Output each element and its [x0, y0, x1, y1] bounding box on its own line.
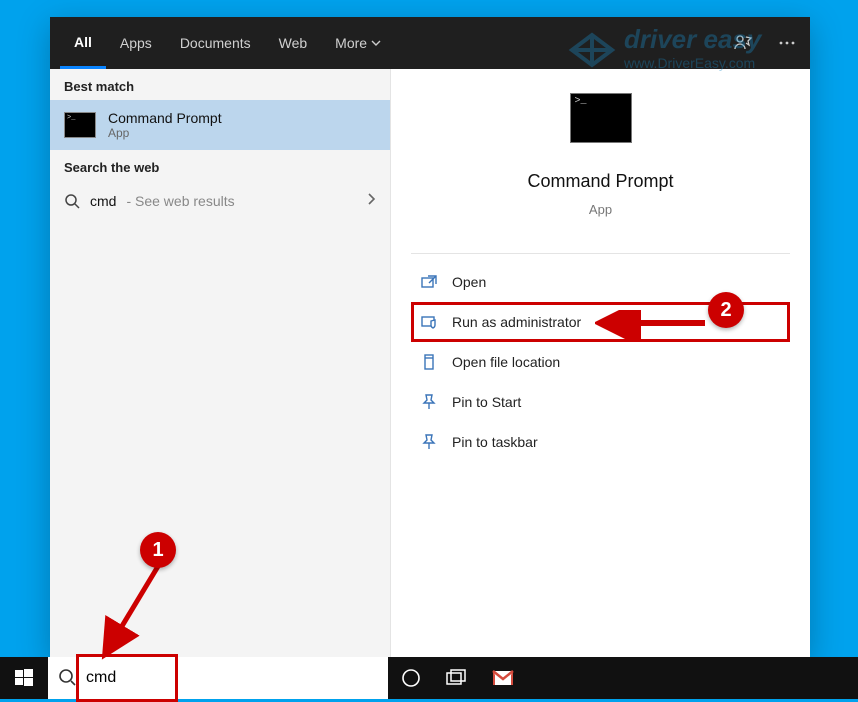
- cortana-icon: [401, 668, 421, 688]
- search-body: Best match Command Prompt App Search the…: [50, 69, 810, 657]
- taskbar-search-wrap: [48, 657, 388, 699]
- action-pin-to-start[interactable]: Pin to Start: [411, 382, 790, 422]
- command-prompt-icon: [570, 93, 632, 143]
- taskbar-search-input[interactable]: [86, 669, 378, 687]
- action-run-admin-label: Run as administrator: [452, 314, 581, 330]
- match-title: Command Prompt: [108, 110, 222, 126]
- more-options-icon[interactable]: [774, 30, 800, 56]
- action-pin-to-taskbar[interactable]: Pin to taskbar: [411, 422, 790, 462]
- action-open-file-location[interactable]: Open file location: [411, 342, 790, 382]
- action-pin-taskbar-label: Pin to taskbar: [452, 434, 538, 450]
- chevron-right-icon: [366, 192, 376, 211]
- tab-all[interactable]: All: [60, 17, 106, 69]
- gmail-taskbar-button[interactable]: [480, 657, 526, 699]
- windows-logo-icon: [15, 669, 33, 687]
- folder-icon: [420, 353, 438, 371]
- open-icon: [420, 273, 438, 291]
- admin-shield-icon: [420, 313, 438, 331]
- best-match-header: Best match: [50, 69, 390, 100]
- best-match-item[interactable]: Command Prompt App: [50, 100, 390, 150]
- action-open-loc-label: Open file location: [452, 354, 560, 370]
- search-tabs: All Apps Documents Web More: [50, 17, 810, 69]
- search-icon: [58, 668, 76, 691]
- web-hint: - See web results: [126, 193, 234, 209]
- preview-subtitle: App: [589, 202, 612, 217]
- results-left-pane: Best match Command Prompt App Search the…: [50, 69, 390, 657]
- gmail-icon: [492, 670, 514, 686]
- task-view-button[interactable]: [434, 657, 480, 699]
- tab-more-label: More: [335, 35, 367, 51]
- web-query: cmd: [90, 193, 116, 209]
- action-pin-start-label: Pin to Start: [452, 394, 521, 410]
- taskbar-search[interactable]: [48, 657, 388, 699]
- match-subtitle: App: [108, 126, 222, 140]
- command-prompt-icon: [64, 112, 96, 138]
- divider: [411, 253, 790, 254]
- chevron-down-icon: [371, 38, 381, 48]
- preview-title: Command Prompt: [527, 171, 673, 192]
- actions-list: Open Run as administrator Open file loca…: [411, 262, 790, 462]
- web-result-item[interactable]: cmd - See web results: [50, 181, 390, 221]
- annotation-badge-1: 1: [140, 532, 176, 568]
- cortana-button[interactable]: [388, 657, 434, 699]
- annotation-badge-2: 2: [708, 292, 744, 328]
- feedback-icon[interactable]: [730, 30, 756, 56]
- tab-more[interactable]: More: [321, 17, 395, 69]
- pin-icon: [420, 433, 438, 451]
- search-icon: [64, 193, 80, 209]
- pin-icon: [420, 393, 438, 411]
- tab-apps[interactable]: Apps: [106, 17, 166, 69]
- task-view-icon: [446, 669, 468, 687]
- tab-web[interactable]: Web: [265, 17, 322, 69]
- action-open-label: Open: [452, 274, 486, 290]
- start-button[interactable]: [0, 657, 48, 699]
- taskbar: [0, 657, 858, 699]
- preview-pane: Command Prompt App Open Run as administr…: [390, 69, 810, 657]
- tab-documents[interactable]: Documents: [166, 17, 265, 69]
- web-header: Search the web: [50, 150, 390, 181]
